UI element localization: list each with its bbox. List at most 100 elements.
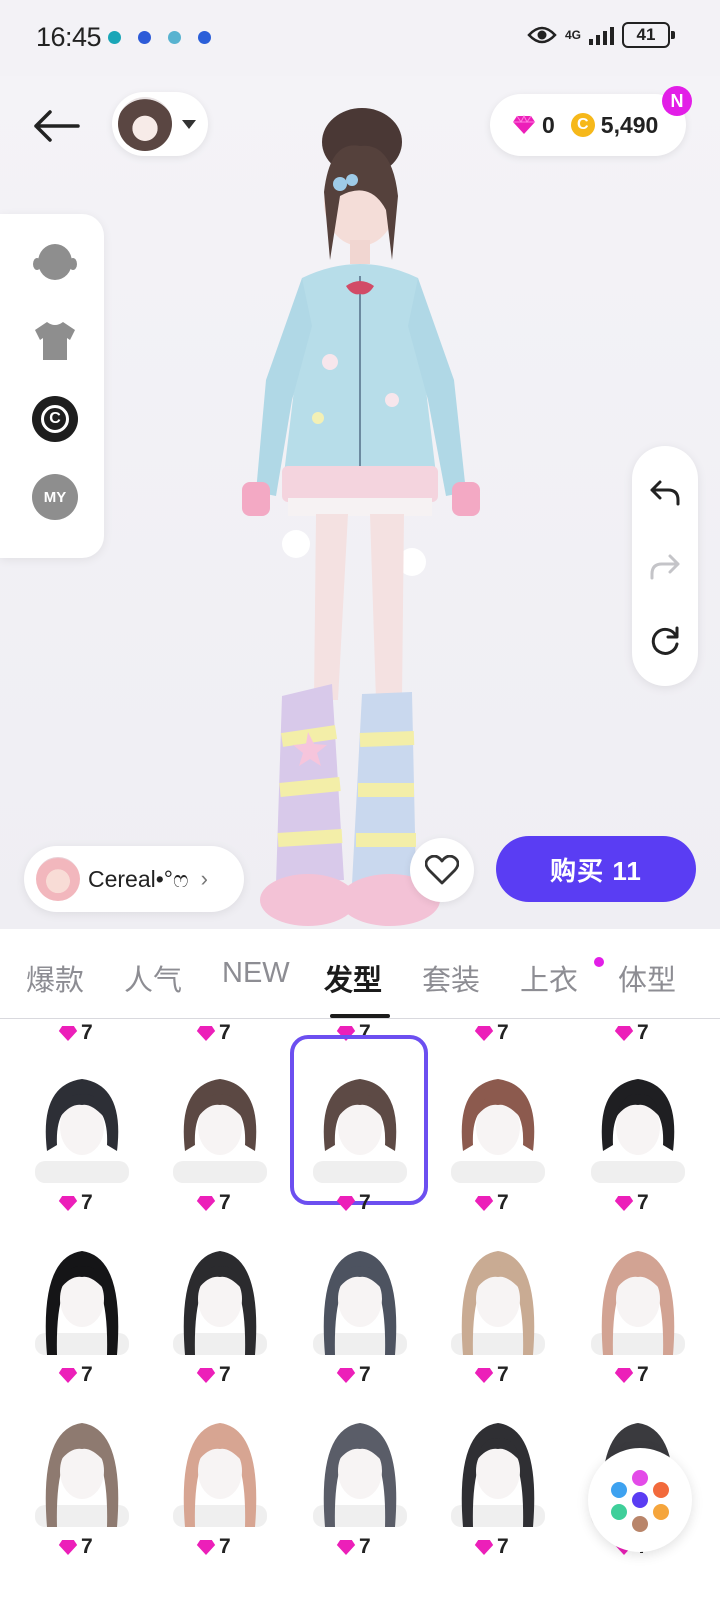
item-price: 7 [58, 1021, 93, 1045]
item-price: 7 [336, 1535, 371, 1559]
head-category-button[interactable] [32, 240, 78, 286]
category-tabs: 爆款 人气 NEW 发型 套装 上衣 体型 [0, 929, 720, 1019]
gem-icon [614, 1195, 634, 1211]
notification-icon [138, 31, 151, 44]
hairstyle-item[interactable] [160, 1225, 280, 1355]
status-time: 16:45 [36, 22, 102, 52]
redo-button[interactable] [648, 550, 682, 584]
eye-icon [527, 26, 557, 44]
hairstyle-thumbnail [35, 1251, 129, 1355]
price-value: 7 [219, 1021, 231, 1044]
undo-button[interactable] [648, 476, 682, 510]
chevron-right-icon: › [200, 866, 208, 891]
gem-icon [336, 1367, 356, 1383]
tab-popular[interactable]: 人气 [124, 957, 182, 999]
battery-icon: 41 [622, 22, 675, 48]
creator-avatar [36, 857, 80, 901]
avatar [118, 97, 172, 151]
price-value: 7 [497, 1363, 509, 1386]
favorite-button[interactable] [410, 838, 474, 902]
hairstyle-item[interactable] [438, 1053, 558, 1183]
coin-icon: C [570, 113, 595, 137]
palette-icon [611, 1470, 669, 1532]
avatar-switcher[interactable] [112, 92, 208, 156]
item-price: 7 [196, 1021, 231, 1045]
hairstyle-thumbnail [313, 1251, 407, 1355]
tab-tops[interactable]: 上衣 [520, 957, 578, 999]
category-panel: C MY [0, 214, 104, 558]
price-value: 7 [81, 1363, 93, 1386]
hairstyle-thumbnail [451, 1251, 545, 1355]
creator-profile-button[interactable]: Cereal•°ෆ › [24, 846, 244, 912]
heart-icon [425, 855, 459, 885]
item-price: 7 [474, 1363, 509, 1387]
hairstyle-item[interactable] [22, 1225, 142, 1355]
item-price: 7 [474, 1191, 509, 1215]
copyright-category-button[interactable]: C [32, 396, 78, 442]
tab-outfit[interactable]: 套装 [422, 957, 480, 999]
active-tab-indicator [330, 1014, 390, 1018]
currency-display[interactable]: 0 C 5,490 [490, 94, 686, 156]
back-button[interactable] [30, 100, 82, 152]
item-price: 7 [196, 1535, 231, 1559]
hairstyle-item[interactable] [300, 1225, 420, 1355]
hairstyle-item[interactable] [160, 1053, 280, 1183]
item-price: 7 [196, 1191, 231, 1215]
status-right: 4G 41 [527, 22, 675, 48]
item-price: 7 [614, 1021, 649, 1045]
item-price: 7 [336, 1191, 371, 1215]
hairstyle-item[interactable] [160, 1397, 280, 1527]
coin-count: 5,490 [600, 111, 659, 138]
gem-count: 0 [542, 111, 555, 138]
hairstyle-thumbnail [35, 1423, 129, 1527]
color-palette-button[interactable] [588, 1448, 692, 1552]
reset-button[interactable] [648, 624, 682, 658]
edit-controls [632, 446, 698, 686]
tab-new[interactable]: NEW [222, 957, 290, 990]
gem-icon [474, 1195, 494, 1211]
gem-icon [474, 1367, 494, 1383]
buy-button[interactable]: 购买 11 [496, 836, 696, 902]
hairstyle-item[interactable] [578, 1053, 698, 1183]
hairstyle-item[interactable] [22, 1397, 142, 1527]
price-value: 7 [81, 1535, 93, 1558]
notification-icon [108, 31, 121, 44]
tab-hairstyle[interactable]: 发型 [324, 957, 382, 999]
hairstyle-thumbnail [591, 1079, 685, 1183]
item-price: 7 [474, 1535, 509, 1559]
price-value: 7 [219, 1363, 231, 1386]
tab-hot[interactable]: 爆款 [26, 957, 84, 999]
hairstyle-item[interactable] [300, 1397, 420, 1527]
notification-icons [108, 31, 211, 44]
price-value: 7 [81, 1021, 93, 1044]
price-value: 7 [359, 1363, 371, 1386]
price-value: 7 [497, 1191, 509, 1214]
hairstyle-item[interactable] [438, 1397, 558, 1527]
price-value: 7 [637, 1021, 649, 1044]
tab-body-type[interactable]: 体型 [618, 957, 676, 999]
hairstyle-item[interactable] [578, 1225, 698, 1355]
gem-icon [196, 1195, 216, 1211]
gem-icon [336, 1195, 356, 1211]
gem-icon [196, 1025, 216, 1041]
hairstyle-item[interactable] [22, 1053, 142, 1183]
hairstyle-thumbnail [173, 1079, 267, 1183]
gem-icon [58, 1025, 78, 1041]
chevron-down-icon [182, 119, 196, 129]
hairstyle-item-selected[interactable] [290, 1035, 428, 1205]
copyright-icon: C [32, 396, 78, 442]
gem-icon [474, 1025, 494, 1041]
hairstyle-item[interactable] [438, 1225, 558, 1355]
gem-icon [513, 115, 535, 134]
clothing-category-button[interactable] [32, 318, 78, 364]
gem-icon [58, 1539, 78, 1555]
gem-icon [614, 1367, 634, 1383]
arrow-left-icon [34, 110, 80, 142]
price-value: 7 [359, 1191, 371, 1214]
notification-icon [198, 31, 211, 44]
my-category-button[interactable]: MY [32, 474, 78, 520]
new-item-dot [594, 957, 604, 967]
item-price: 7 [336, 1363, 371, 1387]
price-value: 7 [497, 1535, 509, 1558]
hairstyle-thumbnail [313, 1423, 407, 1527]
